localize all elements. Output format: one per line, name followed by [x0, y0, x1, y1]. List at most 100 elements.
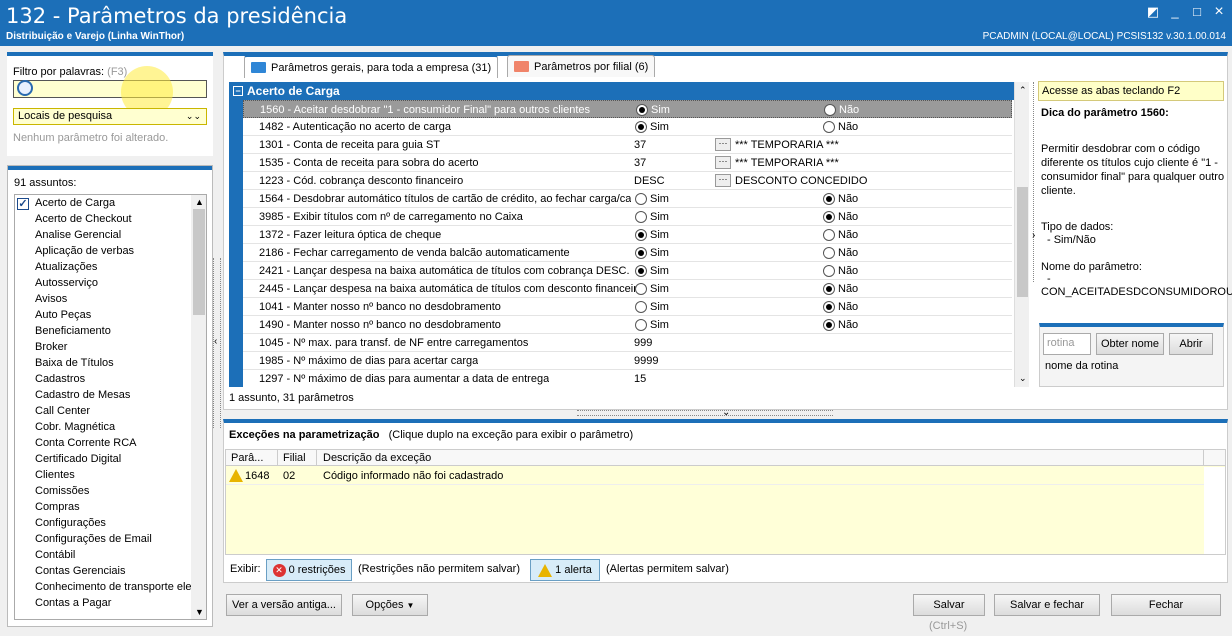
scroll-thumb[interactable]: [1017, 187, 1028, 297]
locais-dropdown[interactable]: Locais de pesquisa ⌄⌄: [13, 108, 207, 125]
obter-nome-button[interactable]: Obter nome: [1096, 333, 1164, 355]
search-input[interactable]: [13, 80, 207, 98]
subject-item[interactable]: Conhecimento de transporte ele: [35, 581, 192, 593]
exception-row[interactable]: 1648 02 Código informado não foi cadastr…: [226, 467, 1204, 485]
lookup-icon[interactable]: ···: [715, 156, 731, 169]
scroll-thumb[interactable]: [193, 209, 205, 315]
subject-item[interactable]: Analise Gerencial: [35, 229, 121, 241]
radio-nao[interactable]: [823, 283, 835, 295]
parameter-row[interactable]: 2421 - Lançar despesa na baixa automátic…: [243, 262, 1012, 280]
radio-nao[interactable]: [823, 319, 835, 331]
radio-nao[interactable]: [824, 104, 836, 116]
parameter-value[interactable]: 9999: [634, 352, 658, 370]
abrir-button[interactable]: Abrir: [1169, 333, 1213, 355]
expand-right-icon[interactable]: ›: [1032, 230, 1035, 241]
scroll-up-icon[interactable]: ⌃: [1019, 85, 1027, 96]
subject-item[interactable]: Acerto de Carga: [35, 197, 115, 209]
subject-item[interactable]: Contas a Pagar: [35, 597, 111, 609]
subject-item[interactable]: Cadastro de Mesas: [35, 389, 130, 401]
radio-sim[interactable]: [635, 247, 647, 259]
subject-item[interactable]: Compras: [35, 501, 80, 513]
parameter-value[interactable]: 15: [634, 370, 646, 387]
collapse-left-icon[interactable]: ‹: [214, 336, 217, 347]
subject-item[interactable]: Auto Peças: [35, 309, 91, 321]
col-header[interactable]: Parâ...: [231, 452, 263, 464]
parameter-value[interactable]: 999: [634, 334, 652, 352]
subject-item[interactable]: Cadastros: [35, 373, 85, 385]
radio-sim[interactable]: [635, 319, 647, 331]
radio-nao[interactable]: [823, 121, 835, 133]
radio-sim[interactable]: [635, 229, 647, 241]
parameter-row[interactable]: 1041 - Manter nosso nº banco no desdobra…: [243, 298, 1012, 316]
radio-nao[interactable]: [823, 229, 835, 241]
parameter-row[interactable]: 1564 - Desdobrar automático títulos de c…: [243, 190, 1012, 208]
restore-icon[interactable]: ◩: [1146, 5, 1160, 19]
parameter-row[interactable]: 1482 - Autenticação no acerto de carga Si…: [243, 118, 1012, 136]
subject-item[interactable]: Contas Gerenciais: [35, 565, 126, 577]
exceptions-table[interactable]: Parâ... Filial Descrição da exceção 1648…: [225, 449, 1226, 555]
subject-item[interactable]: Conta Corrente RCA: [35, 437, 137, 449]
grid-scrollbar[interactable]: ⌃ ⌄: [1014, 82, 1029, 387]
parameter-row[interactable]: 1560 - Aceitar desdobrar "1 - consumidor…: [243, 100, 1012, 118]
scroll-down-icon[interactable]: ⌄: [1019, 373, 1027, 384]
radio-sim[interactable]: [636, 104, 648, 116]
parameter-row[interactable]: 2445 - Lançar despesa na baixa automátic…: [243, 280, 1012, 298]
parameter-row[interactable]: 1301 - Conta de receita para guia ST 37 ··…: [243, 136, 1012, 154]
lookup-icon[interactable]: ···: [715, 138, 731, 151]
subject-item[interactable]: Configurações: [35, 517, 106, 529]
radio-nao[interactable]: [823, 211, 835, 223]
maximize-icon[interactable]: □: [1190, 5, 1204, 19]
col-header[interactable]: Filial: [283, 452, 306, 464]
radio-nao[interactable]: [823, 247, 835, 259]
salvar-fechar-button[interactable]: Salvar e fechar: [994, 594, 1100, 616]
ver-versao-antiga-button[interactable]: Ver a versão antiga...: [226, 594, 342, 616]
col-header[interactable]: Descrição da exceção: [323, 452, 431, 464]
parameter-value[interactable]: 37: [634, 136, 646, 154]
parameter-row[interactable]: 1372 - Fazer leitura óptica de cheque Sim…: [243, 226, 1012, 244]
parameter-value[interactable]: 37: [634, 154, 646, 172]
parameter-row[interactable]: 1045 - Nº max. para transf. de NF entre …: [243, 334, 1012, 352]
subjects-list[interactable]: ✓ Acerto de Carga Acerto de Checkout Anali…: [14, 194, 207, 620]
parameter-row[interactable]: 2186 - Fechar carregamento de venda balc…: [243, 244, 1012, 262]
alertas-button[interactable]: 1 alerta: [530, 559, 600, 581]
salvar-button[interactable]: Salvar: [913, 594, 985, 616]
subject-item[interactable]: Configurações de Email: [35, 533, 152, 545]
checkbox-checked-icon[interactable]: ✓: [17, 198, 29, 210]
subject-item[interactable]: Broker: [35, 341, 67, 353]
fechar-button[interactable]: Fechar: [1111, 594, 1221, 616]
parameters-grid[interactable]: − Acerto de Carga 1560 - Aceitar desdobr…: [229, 82, 1014, 387]
subject-item[interactable]: Beneficiamento: [35, 325, 111, 337]
restricoes-button[interactable]: ✕ 0 restrições: [266, 559, 352, 581]
parameter-row[interactable]: 1223 - Cód. cobrança desconto financeiro…: [243, 172, 1012, 190]
scroll-down-icon[interactable]: ▼: [195, 607, 204, 617]
subject-item[interactable]: Clientes: [35, 469, 75, 481]
radio-nao[interactable]: [823, 301, 835, 313]
parameter-value[interactable]: DESC: [634, 172, 665, 190]
subject-item[interactable]: Contábil: [35, 549, 75, 561]
radio-sim[interactable]: [635, 301, 647, 313]
parameter-row[interactable]: 1535 - Conta de receita para sobra do ac…: [243, 154, 1012, 172]
subject-item[interactable]: Certificado Digital: [35, 453, 121, 465]
parameter-row[interactable]: 1985 - Nº máximo de dias para acertar ca…: [243, 352, 1012, 370]
horizontal-splitter[interactable]: [577, 410, 833, 416]
parameter-row[interactable]: 1490 - Manter nosso nº banco no desdobra…: [243, 316, 1012, 334]
rotina-input[interactable]: rotina: [1043, 333, 1091, 355]
radio-sim[interactable]: [635, 265, 647, 277]
tab-parametros-filial[interactable]: Parâmetros por filial (6): [507, 55, 656, 77]
radio-nao[interactable]: [823, 193, 835, 205]
hint-splitter[interactable]: [1033, 82, 1037, 282]
subject-item[interactable]: Cobr. Magnética: [35, 421, 115, 433]
collapse-icon[interactable]: −: [233, 86, 243, 96]
parameter-row[interactable]: 3985 - Exibir títulos com nº de carregam…: [243, 208, 1012, 226]
subjects-scrollbar[interactable]: ▲ ▼: [191, 195, 206, 619]
radio-sim[interactable]: [635, 121, 647, 133]
opcoes-button[interactable]: Opções ▼: [352, 594, 428, 616]
subject-item[interactable]: Comissões: [35, 485, 89, 497]
radio-sim[interactable]: [635, 283, 647, 295]
subject-item[interactable]: Call Center: [35, 405, 90, 417]
group-header[interactable]: − Acerto de Carga: [229, 82, 1014, 100]
minimize-icon[interactable]: _: [1168, 5, 1182, 19]
subject-item[interactable]: Aplicação de verbas: [35, 245, 134, 257]
lookup-icon[interactable]: ···: [715, 174, 731, 187]
radio-sim[interactable]: [635, 211, 647, 223]
